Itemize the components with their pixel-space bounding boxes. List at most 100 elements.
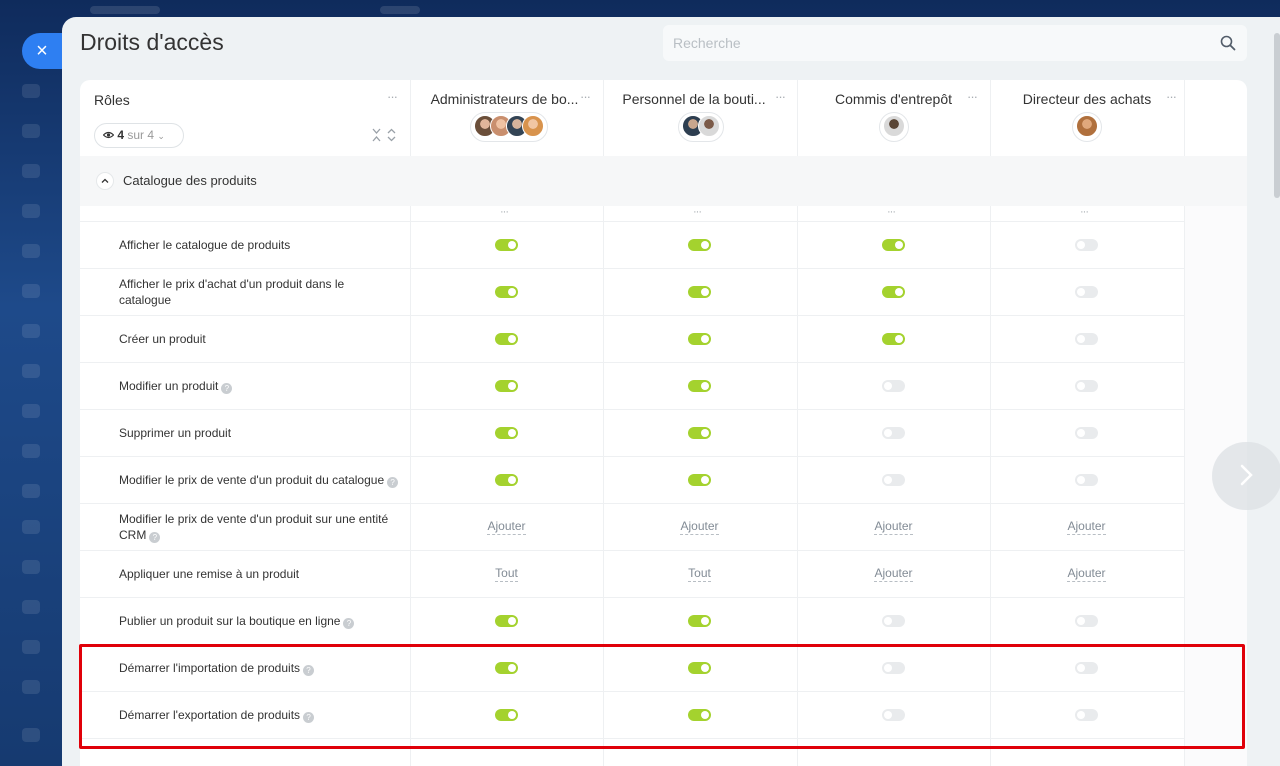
help-icon[interactable]: ? bbox=[149, 532, 161, 543]
permission-cell bbox=[410, 598, 603, 644]
section-label: Catalogue des produits bbox=[123, 173, 257, 188]
permission-cell bbox=[990, 363, 1183, 409]
toggle-off[interactable] bbox=[1074, 615, 1098, 627]
permission-value-link[interactable]: Ajouter bbox=[874, 519, 913, 535]
toggle-off[interactable] bbox=[881, 380, 905, 392]
toggle-off[interactable] bbox=[1074, 333, 1098, 345]
column-title: Commis d'entrepôt bbox=[834, 91, 953, 107]
column-actions-icon[interactable]: ··· bbox=[1080, 206, 1089, 218]
permission-cell bbox=[797, 410, 990, 456]
avatar-group[interactable] bbox=[678, 112, 724, 142]
permission-value-link[interactable]: Ajouter bbox=[874, 566, 913, 582]
panel-scrollbar[interactable] bbox=[1274, 33, 1280, 198]
permission-cell: Tout bbox=[410, 551, 603, 597]
toggle-on[interactable] bbox=[687, 427, 711, 439]
roles-header-label: Rôles bbox=[94, 92, 130, 108]
column-title: Directeur des achats bbox=[1022, 91, 1152, 107]
toggle-off[interactable] bbox=[881, 615, 905, 627]
permission-cell bbox=[410, 269, 603, 315]
column-header-purchasing[interactable]: Directeur des achats ··· bbox=[990, 80, 1184, 156]
scroll-right-button[interactable] bbox=[1212, 442, 1280, 510]
chevron-up-icon[interactable] bbox=[96, 172, 114, 190]
avatar bbox=[522, 115, 544, 137]
column-more-icon[interactable]: ··· bbox=[580, 89, 591, 104]
permission-value-link[interactable]: Tout bbox=[688, 566, 711, 582]
toggle-on[interactable] bbox=[687, 333, 711, 345]
collapse-expand-icon[interactable] bbox=[372, 128, 398, 142]
permission-label-text: Créer un produit bbox=[119, 332, 206, 346]
permission-label: Modifier le prix de vente d'un produit s… bbox=[119, 511, 399, 543]
toggle-on[interactable] bbox=[494, 615, 518, 627]
column-more-icon[interactable]: ··· bbox=[775, 89, 786, 104]
toggle-on[interactable] bbox=[687, 474, 711, 486]
permission-label-text: Afficher le prix d'achat d'un produit da… bbox=[119, 277, 345, 307]
permission-row: Modifier le prix de vente d'un produit d… bbox=[80, 457, 1185, 504]
toggle-off[interactable] bbox=[881, 474, 905, 486]
avatar bbox=[1076, 115, 1098, 137]
permission-row: Publier un produit sur la boutique en li… bbox=[80, 598, 1185, 645]
toggle-off[interactable] bbox=[1074, 474, 1098, 486]
permission-value-wrap: Ajouter bbox=[797, 519, 990, 535]
help-icon[interactable]: ? bbox=[387, 477, 399, 488]
permission-cell bbox=[797, 363, 990, 409]
permission-label: Afficher le catalogue de produits bbox=[119, 237, 399, 253]
column-header-admins[interactable]: Administrateurs de bo... ··· bbox=[410, 80, 603, 156]
filter-count: 4 bbox=[117, 128, 125, 142]
background-sidebar bbox=[0, 0, 62, 766]
toggle-on[interactable] bbox=[494, 286, 518, 298]
permission-cell bbox=[603, 457, 796, 503]
permission-value-link[interactable]: Ajouter bbox=[1067, 519, 1106, 535]
column-more-icon[interactable]: ··· bbox=[1166, 89, 1177, 104]
permission-row: Créer un produit bbox=[80, 316, 1185, 363]
permission-cell bbox=[797, 598, 990, 644]
toggle-off[interactable] bbox=[1074, 286, 1098, 298]
column-actions-icon[interactable]: ··· bbox=[693, 206, 702, 218]
column-header-warehouse[interactable]: Commis d'entrepôt ··· bbox=[797, 80, 990, 156]
permission-value-link[interactable]: Tout bbox=[495, 566, 518, 582]
toggle-on[interactable] bbox=[494, 380, 518, 392]
search-icon[interactable] bbox=[1219, 34, 1237, 52]
toggle-on[interactable] bbox=[687, 615, 711, 627]
toggle-on[interactable] bbox=[494, 333, 518, 345]
avatar-group[interactable] bbox=[879, 112, 909, 142]
permission-value-link[interactable]: Ajouter bbox=[1067, 566, 1106, 582]
permission-cell bbox=[797, 269, 990, 315]
permission-cell bbox=[797, 457, 990, 503]
column-more-icon[interactable]: ··· bbox=[967, 89, 978, 104]
permission-value-wrap: Ajouter bbox=[603, 519, 796, 535]
avatar-group[interactable] bbox=[470, 112, 548, 142]
filter-total: sur 4 bbox=[127, 128, 155, 142]
roles-more-icon[interactable]: ··· bbox=[387, 89, 398, 104]
toggle-on[interactable] bbox=[494, 474, 518, 486]
toggle-on[interactable] bbox=[687, 380, 711, 392]
close-button[interactable]: × bbox=[22, 33, 62, 69]
toggle-on[interactable] bbox=[881, 239, 905, 251]
toggle-on[interactable] bbox=[881, 286, 905, 298]
permission-label-text: Supprimer un produit bbox=[119, 426, 232, 440]
permission-cell bbox=[410, 222, 603, 268]
toggle-off[interactable] bbox=[881, 427, 905, 439]
avatar bbox=[698, 115, 720, 137]
toggle-off[interactable] bbox=[1074, 427, 1098, 439]
column-actions-icon[interactable]: ··· bbox=[887, 206, 896, 218]
help-icon[interactable]: ? bbox=[221, 383, 233, 394]
permission-label: Modifier le prix de vente d'un produit d… bbox=[119, 472, 399, 488]
toggle-on[interactable] bbox=[494, 427, 518, 439]
toggle-on[interactable] bbox=[881, 333, 905, 345]
help-icon[interactable]: ? bbox=[343, 618, 355, 629]
permission-value-wrap: Ajouter bbox=[990, 566, 1183, 582]
toggle-on[interactable] bbox=[687, 239, 711, 251]
permission-cell bbox=[603, 222, 796, 268]
avatar-group[interactable] bbox=[1072, 112, 1102, 142]
permission-value-link[interactable]: Ajouter bbox=[680, 519, 719, 535]
toggle-off[interactable] bbox=[1074, 239, 1098, 251]
column-header-shop-staff[interactable]: Personnel de la bouti... ··· bbox=[603, 80, 797, 156]
toggle-on[interactable] bbox=[687, 286, 711, 298]
toggle-on[interactable] bbox=[494, 239, 518, 251]
column-actions-icon[interactable]: ··· bbox=[500, 206, 509, 218]
section-catalogue[interactable]: Catalogue des produits bbox=[80, 156, 1247, 206]
toggle-off[interactable] bbox=[1074, 380, 1098, 392]
roles-filter-pill[interactable]: 4 sur 4 ⌄ bbox=[94, 123, 184, 148]
permission-value-link[interactable]: Ajouter bbox=[487, 519, 526, 535]
search-input[interactable] bbox=[673, 25, 1203, 61]
